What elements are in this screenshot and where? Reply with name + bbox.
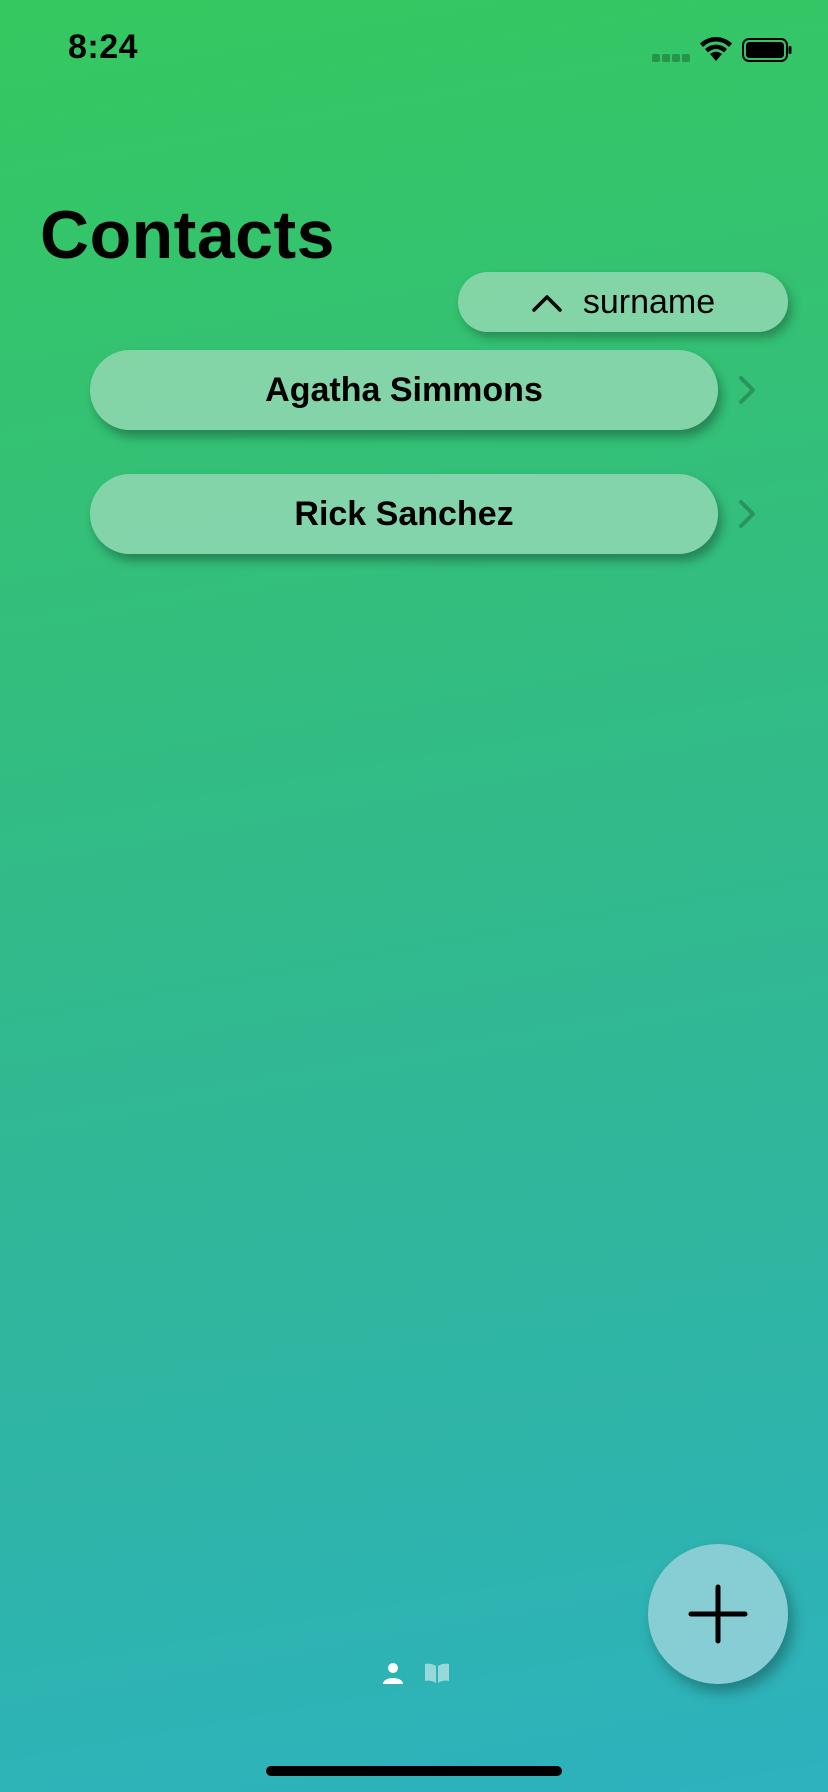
sort-surname-button[interactable]: surname: [458, 272, 788, 332]
status-bar: 8:24: [0, 0, 828, 100]
home-indicator: [266, 1766, 562, 1776]
wifi-icon: [700, 37, 732, 61]
person-icon: [383, 1663, 403, 1684]
contact-button[interactable]: Rick Sanchez: [90, 474, 718, 554]
plus-icon: [688, 1584, 748, 1644]
book-icon: [425, 1663, 449, 1683]
sort-label: surname: [582, 282, 716, 321]
chevron-right-icon: [739, 376, 755, 404]
add-contact-button[interactable]: [648, 1544, 788, 1684]
contact-row[interactable]: Rick Sanchez: [90, 474, 790, 554]
status-time: 8:24: [68, 28, 139, 66]
contact-row[interactable]: Agatha Simmons: [90, 350, 790, 430]
tab-contacts[interactable]: [380, 1660, 406, 1686]
chevron-up-icon: [532, 295, 562, 312]
contact-button[interactable]: Agatha Simmons: [90, 350, 718, 430]
page-title: Contacts: [40, 197, 335, 273]
battery-icon: [742, 38, 792, 62]
tab-bar: [380, 1660, 450, 1686]
cellular-signal-icon: [652, 54, 692, 62]
tab-directory[interactable]: [424, 1660, 450, 1686]
contact-name: Rick Sanchez: [294, 494, 514, 533]
contact-name: Agatha Simmons: [265, 370, 543, 409]
chevron-right-icon: [739, 500, 755, 528]
